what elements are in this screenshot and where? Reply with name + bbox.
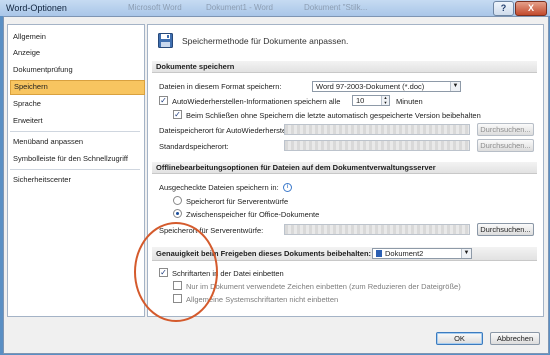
section-header-offline: Offlinebearbeitungsoptionen für Dateien …: [152, 162, 537, 174]
nav-item-schnellzugriff[interactable]: Symbolleiste für den Schnellzugriff: [10, 152, 143, 165]
nav-item-speichern[interactable]: Speichern: [10, 80, 145, 95]
background-tab-2: Dokument1 - Word: [206, 3, 273, 12]
help-button[interactable]: ?: [493, 1, 514, 16]
save-format-value: Word 97-2003-Dokument (*.doc): [316, 82, 425, 91]
autorecover-checkbox[interactable]: ✓: [159, 96, 168, 105]
title-bar: Word-Optionen Microsoft Word Dokument1 -…: [0, 0, 550, 16]
radio-office-cache-label: Zwischenspeicher für Office-Dokumente: [186, 210, 320, 219]
page-title: Speichermethode für Dokumente anpassen.: [182, 36, 349, 46]
ok-button[interactable]: OK: [436, 332, 483, 345]
nav-item-erweitert[interactable]: Erweitert: [10, 114, 143, 127]
chevron-down-icon: ▼: [461, 249, 471, 258]
background-tab-3: Dokument "Stilk...: [304, 3, 368, 12]
checkout-label: Ausgecheckte Dateien speichern in:: [159, 183, 279, 192]
close-button[interactable]: X: [515, 1, 547, 16]
keep-last-version-checkbox[interactable]: ✓: [173, 110, 182, 119]
radio-server-drafts-label: Speicherort für Serverentwürfe: [186, 197, 289, 206]
nav-item-allgemein[interactable]: Allgemein: [10, 30, 143, 43]
dialog-frame: Allgemein Anzeige Dokumentprüfung Speich…: [3, 16, 549, 354]
nav-item-sprache[interactable]: Sprache: [10, 97, 143, 110]
fidelity-document-value: Dokument2: [385, 249, 424, 258]
nav-divider: [10, 131, 140, 132]
autorecover-path-field[interactable]: [284, 124, 470, 135]
save-format-select[interactable]: Word 97-2003-Dokument (*.doc) ▼: [312, 81, 461, 92]
nav-item-dokumentpruefung[interactable]: Dokumentprüfung: [10, 63, 143, 76]
spinner-arrows-icon[interactable]: ▲ ▼: [381, 95, 389, 105]
nav-item-anzeige[interactable]: Anzeige: [10, 46, 143, 59]
background-tab-1: Microsoft Word: [128, 3, 182, 12]
autorecover-label: AutoWiederherstellen-Informationen speic…: [172, 97, 341, 106]
nav-item-menueband[interactable]: Menüband anpassen: [10, 135, 143, 148]
nav-item-sicherheitscenter[interactable]: Sicherheitscenter: [10, 173, 143, 186]
section-header-save: Dokumente speichern: [152, 61, 537, 73]
radio-office-cache[interactable]: [173, 209, 182, 218]
annotation-circle: [134, 222, 218, 322]
save-format-label: Dateien in diesem Format speichern:: [159, 82, 282, 91]
fidelity-document-select[interactable]: Dokument2 ▼: [372, 248, 472, 259]
nav-divider: [10, 169, 140, 170]
options-nav: Allgemein Anzeige Dokumentprüfung Speich…: [7, 24, 145, 317]
minutes-label: Minuten: [396, 97, 423, 106]
chevron-down-icon: ▼: [450, 82, 460, 91]
default-path-label: Standardspeicherort:: [159, 142, 229, 151]
document-icon: [376, 250, 382, 257]
autorecover-minutes-spinner[interactable]: 10 ▲ ▼: [352, 95, 390, 106]
window-title: Word-Optionen: [6, 3, 67, 13]
floppy-disk-icon: [158, 33, 173, 48]
browse-default-button[interactable]: Durchsuchen...: [477, 139, 534, 152]
autorecover-minutes-value: 10: [356, 96, 365, 105]
cancel-button[interactable]: Abbrechen: [490, 332, 540, 345]
browse-drafts-button[interactable]: Durchsuchen...: [477, 223, 534, 236]
browse-autorecover-button[interactable]: Durchsuchen...: [477, 123, 534, 136]
embed-used-chars-label: Nur im Dokument verwendete Zeichen einbe…: [186, 282, 461, 291]
autorecover-path-label: Dateispeicherort für AutoWiederherstelle…: [159, 126, 300, 135]
keep-last-version-label: Beim Schließen ohne Speichern die letzte…: [186, 111, 481, 120]
default-path-field[interactable]: [284, 140, 470, 151]
server-drafts-path-field[interactable]: [284, 224, 470, 235]
radio-server-drafts[interactable]: [173, 196, 182, 205]
info-icon[interactable]: i: [283, 183, 292, 192]
